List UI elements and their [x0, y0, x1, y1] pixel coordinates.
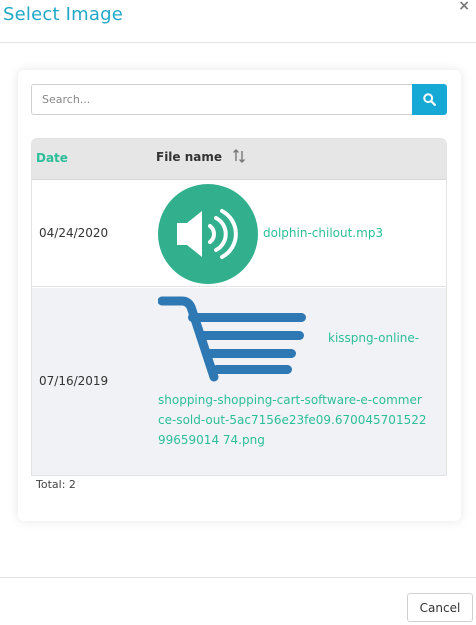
close-icon[interactable]: ×: [458, 0, 470, 14]
search-bar: [31, 84, 447, 115]
table-row[interactable]: 04/24/2020 dolphin-chilout.mp3: [32, 181, 446, 287]
file-name-link[interactable]: dolphin-chilout.mp3: [263, 226, 383, 240]
search-icon: [423, 93, 436, 106]
row-date: 07/16/2019: [39, 374, 109, 388]
column-header-file-name[interactable]: File name: [156, 150, 222, 164]
dialog-title: Select Image: [3, 4, 124, 25]
column-header-date[interactable]: Date: [36, 151, 68, 165]
cancel-button[interactable]: Cancel: [407, 593, 473, 622]
file-name-link[interactable]: kisspng-online-: [328, 331, 419, 345]
total-count: Total: 2: [36, 478, 76, 491]
sort-arrows-icon[interactable]: [232, 148, 246, 164]
dialog-footer: Cancel: [0, 577, 476, 625]
shopping-cart-icon[interactable]: [158, 295, 310, 385]
dialog-header: Select Image ×: [0, 0, 476, 43]
file-browser-card: Date File name 04/24/2020 dolphin-chilou…: [18, 70, 461, 521]
row-date: 04/24/2020: [39, 226, 109, 240]
search-input[interactable]: [31, 84, 413, 115]
search-button[interactable]: [412, 84, 447, 115]
files-table: Date File name 04/24/2020 dolphin-chilou…: [31, 138, 447, 476]
table-header: Date File name: [32, 139, 446, 180]
file-name-link-continued[interactable]: shopping-shopping-cart-software-e-commer…: [158, 390, 428, 450]
audio-speaker-icon[interactable]: [158, 184, 258, 284]
table-row[interactable]: 07/16/2019 kisspng-online- shopping-shop…: [32, 288, 446, 475]
